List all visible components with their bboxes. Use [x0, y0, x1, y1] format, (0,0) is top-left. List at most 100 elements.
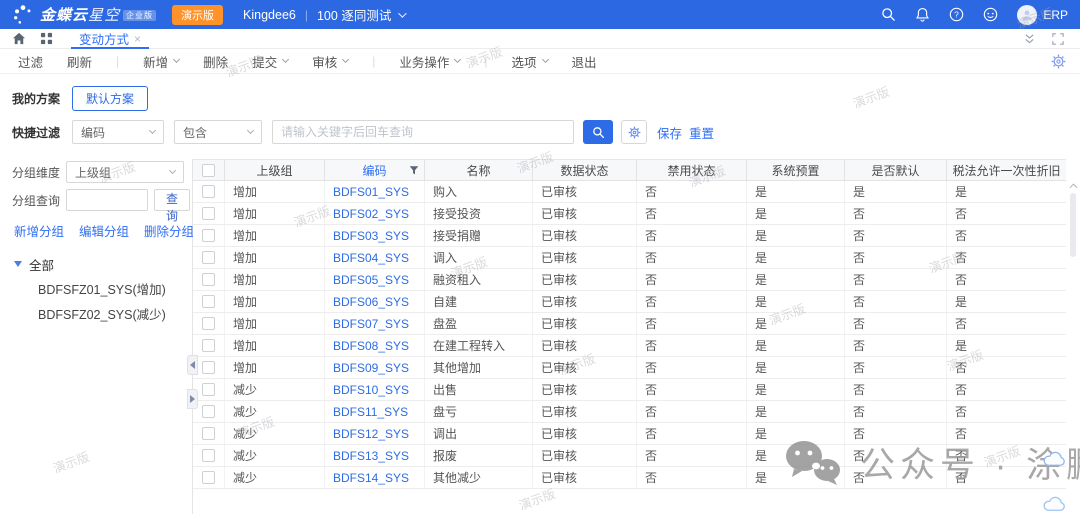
cell-code-link[interactable]: BDFS11_SYS [325, 401, 425, 422]
table-row[interactable]: 增加 BDFS03_SYS 接受捐赠 已审核 否 是 否 否 [193, 225, 1066, 247]
row-checkbox[interactable] [202, 273, 215, 286]
group-action-link[interactable]: 编辑分组 [79, 221, 129, 240]
tree-node-group[interactable]: BDFSFZ01_SYS(增加) [12, 276, 184, 301]
notification-bell-icon[interactable] [915, 7, 930, 22]
cloud-assistant-icon[interactable] [1043, 451, 1066, 470]
table-row[interactable]: 增加 BDFS08_SYS 在建工程转入 已审核 否 是 否 是 [193, 335, 1066, 357]
group-query-button[interactable]: 查询 [154, 189, 190, 211]
table-row[interactable]: 增加 BDFS07_SYS 盘盈 已审核 否 是 否 否 [193, 313, 1066, 335]
row-checkbox[interactable] [202, 185, 215, 198]
keyword-search-input[interactable] [272, 120, 574, 144]
table-row[interactable]: 减少 BDFS13_SYS 报废 已审核 否 是 否 否 [193, 445, 1066, 467]
cell-code-link[interactable]: BDFS04_SYS [325, 247, 425, 268]
table-row[interactable]: 增加 BDFS04_SYS 调入 已审核 否 是 否 否 [193, 247, 1066, 269]
cell-code-link[interactable]: BDFS02_SYS [325, 203, 425, 224]
group-action-link[interactable]: 新增分组 [14, 221, 64, 240]
filter-funnel-icon[interactable] [409, 165, 419, 176]
row-checkbox[interactable] [202, 339, 215, 352]
vertical-scrollbar[interactable] [1068, 181, 1078, 514]
cell-code-link[interactable]: BDFS03_SYS [325, 225, 425, 246]
help-icon[interactable]: ? [949, 7, 964, 22]
row-checkbox[interactable] [202, 229, 215, 242]
cell-code-link[interactable]: BDFS09_SYS [325, 357, 425, 378]
avatar[interactable] [1017, 5, 1037, 25]
row-checkbox[interactable] [202, 361, 215, 374]
assistant-icon[interactable] [983, 7, 998, 22]
organization-selector[interactable]: 100 逐同测试 [317, 5, 391, 24]
column-header-disable-status[interactable]: 禁用状态 [637, 160, 747, 180]
column-header-parent-group[interactable]: 上级组 [225, 160, 325, 180]
toolbar-button[interactable]: 过滤 [18, 52, 43, 71]
toolbar-button[interactable]: 业务操作 [399, 52, 460, 71]
row-checkbox[interactable] [202, 207, 215, 220]
column-header-code[interactable]: 编码 [325, 160, 425, 180]
search-icon[interactable] [881, 7, 896, 22]
table-row[interactable]: 增加 BDFS02_SYS 接受投资 已审核 否 是 否 否 [193, 203, 1066, 225]
toolbar-button[interactable]: 删除 [203, 52, 228, 71]
toolbar-button[interactable]: 刷新 [67, 52, 92, 71]
row-checkbox[interactable] [202, 471, 215, 484]
filter-field-select[interactable]: 编码 [72, 120, 164, 144]
cloud-assistant-icon-secondary[interactable] [1043, 496, 1066, 514]
cell-code-link[interactable]: BDFS10_SYS [325, 379, 425, 400]
group-query-input[interactable] [66, 189, 148, 211]
table-row[interactable]: 减少 BDFS12_SYS 调出 已审核 否 是 否 否 [193, 423, 1066, 445]
row-checkbox[interactable] [202, 251, 215, 264]
row-checkbox[interactable] [202, 405, 215, 418]
cell-code-link[interactable]: BDFS07_SYS [325, 313, 425, 334]
table-row[interactable]: 增加 BDFS05_SYS 融资租入 已审核 否 是 否 否 [193, 269, 1066, 291]
tree-node-all[interactable]: 全部 [14, 252, 184, 276]
apps-grid-icon[interactable] [40, 32, 53, 45]
user-menu[interactable]: ERP [1017, 5, 1068, 25]
table-row[interactable]: 减少 BDFS11_SYS 盘亏 已审核 否 是 否 否 [193, 401, 1066, 423]
cell-code-link[interactable]: BDFS13_SYS [325, 445, 425, 466]
column-header-system-preset[interactable]: 系统预置 [747, 160, 845, 180]
row-checkbox[interactable] [202, 383, 215, 396]
cell-code-link[interactable]: BDFS01_SYS [325, 181, 425, 202]
table-row[interactable]: 增加 BDFS06_SYS 自建 已审核 否 是 否 是 [193, 291, 1066, 313]
chevron-down-icon[interactable] [398, 9, 406, 17]
search-button[interactable] [583, 120, 613, 144]
cell-code-link[interactable]: BDFS08_SYS [325, 335, 425, 356]
fullscreen-icon[interactable] [1052, 33, 1064, 45]
column-header-tax-one-time[interactable]: 税法允许一次性折旧 [947, 160, 1066, 180]
row-checkbox[interactable] [202, 317, 215, 330]
select-all-checkbox[interactable] [202, 164, 215, 177]
column-header-is-default[interactable]: 是否默认 [845, 160, 947, 180]
tab-change-method[interactable]: 变动方式 × [75, 29, 145, 49]
tab-close-icon[interactable]: × [134, 32, 141, 46]
home-icon[interactable] [12, 32, 26, 45]
cell-code-link[interactable]: BDFS12_SYS [325, 423, 425, 444]
table-row[interactable]: 增加 BDFS09_SYS 其他增加 已审核 否 是 否 否 [193, 357, 1066, 379]
toolbar-button[interactable]: 退出 [572, 52, 597, 71]
tree-expand-icon[interactable] [14, 261, 22, 267]
panel-expand-handle[interactable] [187, 389, 198, 409]
toolbar-button[interactable]: 审核 [312, 52, 348, 71]
table-row[interactable]: 减少 BDFS14_SYS 其他减少 已审核 否 是 否 否 [193, 467, 1066, 489]
toolbar-settings-gear-icon[interactable] [1051, 54, 1066, 69]
row-checkbox[interactable] [202, 449, 215, 462]
table-row[interactable]: 减少 BDFS10_SYS 出售 已审核 否 是 否 否 [193, 379, 1066, 401]
cell-code-link[interactable]: BDFS14_SYS [325, 467, 425, 488]
collapse-tabs-icon[interactable] [1023, 33, 1036, 45]
toolbar-button[interactable]: 新增 [143, 52, 179, 71]
tree-node-group[interactable]: BDFSFZ02_SYS(减少) [12, 301, 184, 326]
default-scheme-button[interactable]: 默认方案 [72, 86, 148, 111]
row-checkbox[interactable] [202, 295, 215, 308]
toolbar-button[interactable]: 提交 [252, 52, 288, 71]
reset-filter-link[interactable]: 重置 [689, 123, 714, 142]
cell-code-link[interactable]: BDFS05_SYS [325, 269, 425, 290]
group-action-link[interactable]: 删除分组 [144, 221, 194, 240]
toolbar-button[interactable]: 选项 [511, 52, 547, 71]
save-filter-link[interactable]: 保存 [657, 123, 682, 142]
group-dimension-select[interactable]: 上级组 [66, 161, 184, 183]
column-header-name[interactable]: 名称 [425, 160, 533, 180]
filter-operator-select[interactable]: 包含 [174, 120, 262, 144]
table-row[interactable]: 增加 BDFS01_SYS 购入 已审核 否 是 是 是 [193, 181, 1066, 203]
cell-code-link[interactable]: BDFS06_SYS [325, 291, 425, 312]
panel-collapse-handle[interactable] [187, 355, 198, 375]
filter-settings-button[interactable] [621, 120, 647, 144]
row-checkbox[interactable] [202, 427, 215, 440]
scroll-up-arrow-icon[interactable] [1068, 181, 1078, 189]
column-header-data-status[interactable]: 数据状态 [533, 160, 637, 180]
